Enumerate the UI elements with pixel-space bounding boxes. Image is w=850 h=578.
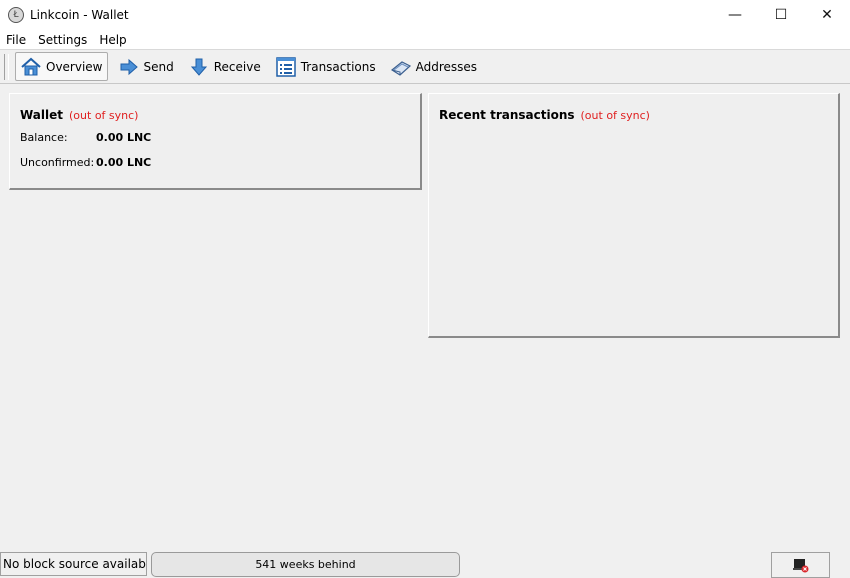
menu-bar: File Settings Help [0, 30, 850, 50]
wallet-header: Wallet (out of sync) [20, 108, 138, 122]
receive-arrow-icon [190, 58, 207, 76]
recent-title: Recent transactions [439, 108, 575, 122]
tab-send-label: Send [143, 59, 174, 74]
menu-settings[interactable]: Settings [32, 33, 93, 47]
maximize-button[interactable]: ☐ [758, 0, 804, 30]
app-icon: Ł [8, 7, 24, 23]
sync-progress-bar: 541 weeks behind [151, 552, 460, 577]
title-bar: Ł Linkcoin - Wallet — ☐ ✕ [0, 0, 850, 30]
tab-receive[interactable]: Receive [184, 53, 265, 80]
tab-transactions[interactable]: Transactions [271, 53, 380, 80]
window-controls: — ☐ ✕ [712, 0, 850, 30]
wallet-sync-status: (out of sync) [69, 109, 139, 122]
minimize-button[interactable]: — [712, 0, 758, 30]
menu-help[interactable]: Help [93, 33, 132, 47]
tab-addresses-label: Addresses [415, 59, 478, 74]
tab-receive-label: Receive [213, 59, 261, 74]
send-arrow-icon [120, 58, 138, 75]
toolbar: Overview Send Receive Transactions Addre… [0, 50, 850, 84]
menu-file[interactable]: File [0, 33, 32, 47]
wallet-title: Wallet [20, 108, 64, 122]
unconfirmed-label: Unconfirmed: [20, 156, 95, 169]
transactions-list-icon [275, 56, 296, 77]
connection-status[interactable] [771, 552, 830, 578]
window-title: Linkcoin - Wallet [30, 8, 129, 22]
address-book-icon [390, 60, 411, 76]
home-icon [21, 57, 41, 75]
recent-header: Recent transactions (out of sync) [439, 108, 650, 122]
tab-send[interactable]: Send [114, 53, 178, 80]
balance-label: Balance: [20, 131, 68, 144]
wallet-panel: Wallet (out of sync) Balance: 0.00 LNC Un… [9, 93, 422, 190]
tab-transactions-label: Transactions [300, 59, 376, 74]
block-source-status: No block source available... [0, 552, 147, 576]
balance-value: 0.00 LNC [96, 131, 152, 144]
unconfirmed-value: 0.00 LNC [96, 156, 152, 169]
close-button[interactable]: ✕ [804, 0, 850, 30]
network-disconnected-icon [792, 559, 808, 573]
recent-sync-status: (out of sync) [580, 109, 650, 122]
recent-transactions-panel: Recent transactions (out of sync) [428, 93, 840, 338]
tab-overview-label: Overview [46, 59, 103, 74]
tab-overview[interactable]: Overview [15, 52, 108, 81]
toolbar-grip[interactable] [4, 53, 9, 80]
tab-addresses[interactable]: Addresses [386, 53, 481, 80]
